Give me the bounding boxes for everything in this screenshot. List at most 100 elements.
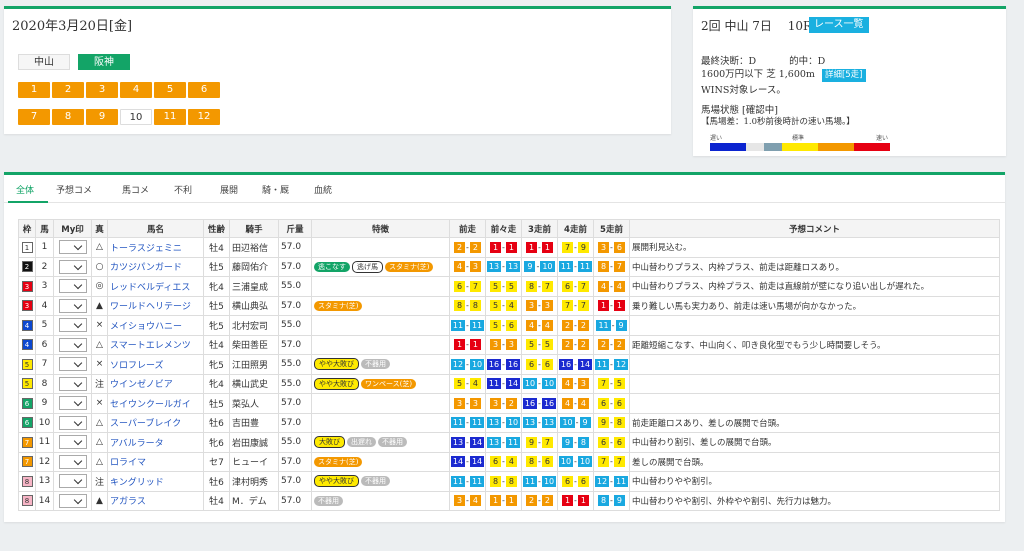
race-button-1[interactable]: 1 <box>18 82 50 98</box>
past-race-cell[interactable]: 2-2 <box>557 315 594 336</box>
past-race-cell[interactable]: 8-6 <box>521 451 558 472</box>
past-race-cell[interactable]: 11-12 <box>593 354 630 375</box>
past-race-cell[interactable]: 8-8 <box>485 471 522 492</box>
horse-name-link[interactable]: スーパーブレイク <box>110 419 181 429</box>
past-race-cell[interactable]: 5-5 <box>485 276 522 297</box>
past-race-cell[interactable]: 7-5 <box>593 373 630 394</box>
past-race-cell[interactable]: 13-13 <box>521 412 558 433</box>
horse-name-link[interactable]: アガラス <box>110 497 146 507</box>
past-race-cell[interactable]: 11-10 <box>521 471 558 492</box>
my-mark-select[interactable] <box>58 376 87 391</box>
my-mark-select[interactable] <box>58 240 87 255</box>
race-button-9[interactable]: 9 <box>86 109 118 125</box>
past-race-cell[interactable]: 8-7 <box>521 276 558 297</box>
past-race-cell[interactable]: 1-1 <box>449 334 486 355</box>
past-race-cell[interactable]: 4-4 <box>521 315 558 336</box>
race-button-5[interactable]: 5 <box>154 82 186 98</box>
past-race-cell[interactable]: 5-6 <box>485 315 522 336</box>
past-race-cell[interactable]: 16-16 <box>521 393 558 414</box>
past-race-cell[interactable]: 5-5 <box>521 334 558 355</box>
past-race-cell[interactable]: 5-4 <box>449 373 486 394</box>
tab-6[interactable]: 血統 <box>314 183 332 196</box>
past-race-cell[interactable]: 13-13 <box>485 256 522 277</box>
horse-name-link[interactable]: ロライマ <box>110 458 146 468</box>
past-race-cell[interactable]: 3-3 <box>485 334 522 355</box>
past-race-cell[interactable]: 11-11 <box>449 315 486 336</box>
past-race-cell[interactable]: 6-6 <box>593 432 630 453</box>
race-button-10[interactable]: 10 <box>120 109 152 125</box>
my-mark-select[interactable] <box>58 259 87 274</box>
past-race-cell[interactable]: 8-7 <box>593 256 630 277</box>
horse-name-link[interactable]: トーラスジェミニ <box>110 244 182 254</box>
past-race-cell[interactable]: 10-9 <box>557 412 594 433</box>
horse-name-link[interactable]: キングリッド <box>110 478 164 488</box>
past-race-cell[interactable]: 6-6 <box>557 471 594 492</box>
past-race-cell[interactable]: 8-9 <box>593 490 630 511</box>
past-race-cell[interactable]: 2-2 <box>521 490 558 511</box>
past-race-cell[interactable]: 1-1 <box>593 295 630 316</box>
past-race-cell[interactable]: 12-10 <box>449 354 486 375</box>
race-button-12[interactable]: 12 <box>188 109 220 125</box>
past-race-cell[interactable]: 4-4 <box>593 276 630 297</box>
past-race-cell[interactable]: 3-3 <box>521 295 558 316</box>
past-race-cell[interactable]: 2-2 <box>557 334 594 355</box>
past-race-cell[interactable]: 11-11 <box>449 412 486 433</box>
past-race-cell[interactable]: 4-4 <box>557 393 594 414</box>
past-race-cell[interactable]: 13-14 <box>449 432 486 453</box>
past-race-cell[interactable]: 2-2 <box>449 237 486 258</box>
horse-name-link[interactable]: ソロフレーズ <box>110 361 164 371</box>
past-race-cell[interactable]: 4-3 <box>449 256 486 277</box>
my-mark-select[interactable] <box>58 337 87 352</box>
venue-tab-1[interactable]: 阪神 <box>78 54 130 70</box>
past-race-cell[interactable]: 5-4 <box>485 295 522 316</box>
past-race-cell[interactable]: 6-4 <box>485 451 522 472</box>
past-race-cell[interactable]: 12-11 <box>593 471 630 492</box>
horse-name-link[interactable]: ウインゼノビア <box>110 380 173 390</box>
race-button-7[interactable]: 7 <box>18 109 50 125</box>
my-mark-select[interactable] <box>58 357 87 372</box>
past-race-cell[interactable]: 16-14 <box>557 354 594 375</box>
past-race-cell[interactable]: 3-4 <box>449 490 486 511</box>
my-mark-select[interactable] <box>58 493 87 508</box>
past-race-cell[interactable]: 8-8 <box>449 295 486 316</box>
past-race-cell[interactable]: 7-7 <box>593 451 630 472</box>
past-race-cell[interactable]: 13-10 <box>485 412 522 433</box>
my-mark-select[interactable] <box>58 435 87 450</box>
past-race-cell[interactable]: 6-6 <box>521 354 558 375</box>
my-mark-select[interactable] <box>58 415 87 430</box>
past-race-cell[interactable]: 7-7 <box>557 295 594 316</box>
my-mark-select[interactable] <box>58 298 87 313</box>
my-mark-select[interactable] <box>58 474 87 489</box>
past-race-cell[interactable]: 9-8 <box>593 412 630 433</box>
past-race-cell[interactable]: 9-7 <box>521 432 558 453</box>
past-race-cell[interactable]: 3-6 <box>593 237 630 258</box>
past-race-cell[interactable]: 11-9 <box>593 315 630 336</box>
tab-0[interactable]: 全体 <box>16 183 34 196</box>
tab-5[interactable]: 騎・厩 <box>262 183 289 196</box>
my-mark-select[interactable] <box>58 279 87 294</box>
race-button-4[interactable]: 4 <box>120 82 152 98</box>
race-button-11[interactable]: 11 <box>154 109 186 125</box>
my-mark-select[interactable] <box>58 454 87 469</box>
venue-tab-0[interactable]: 中山 <box>18 54 70 70</box>
past-race-cell[interactable]: 11-11 <box>557 256 594 277</box>
past-race-cell[interactable]: 1-1 <box>485 237 522 258</box>
my-mark-select[interactable] <box>58 396 87 411</box>
tab-4[interactable]: 展開 <box>220 183 238 196</box>
horse-name-link[interactable]: レッドベルディエス <box>110 283 190 293</box>
past-race-cell[interactable]: 10-10 <box>521 373 558 394</box>
tab-3[interactable]: 不利 <box>174 183 192 196</box>
past-race-cell[interactable]: 1-1 <box>521 237 558 258</box>
past-race-cell[interactable]: 14-14 <box>449 451 486 472</box>
past-race-cell[interactable]: 9-10 <box>521 256 558 277</box>
past-race-cell[interactable]: 11-14 <box>485 373 522 394</box>
past-race-cell[interactable]: 1-1 <box>557 490 594 511</box>
past-race-cell[interactable]: 3-2 <box>485 393 522 414</box>
horse-name-link[interactable]: カツジパンガード <box>110 263 182 273</box>
race-button-2[interactable]: 2 <box>52 82 84 98</box>
past-race-cell[interactable]: 4-3 <box>557 373 594 394</box>
tab-2[interactable]: 馬コメ <box>122 183 149 196</box>
horse-name-link[interactable]: メイショウハニー <box>110 322 182 332</box>
past-race-cell[interactable]: 10-10 <box>557 451 594 472</box>
race-list-button[interactable]: レース一覧 <box>809 17 869 33</box>
